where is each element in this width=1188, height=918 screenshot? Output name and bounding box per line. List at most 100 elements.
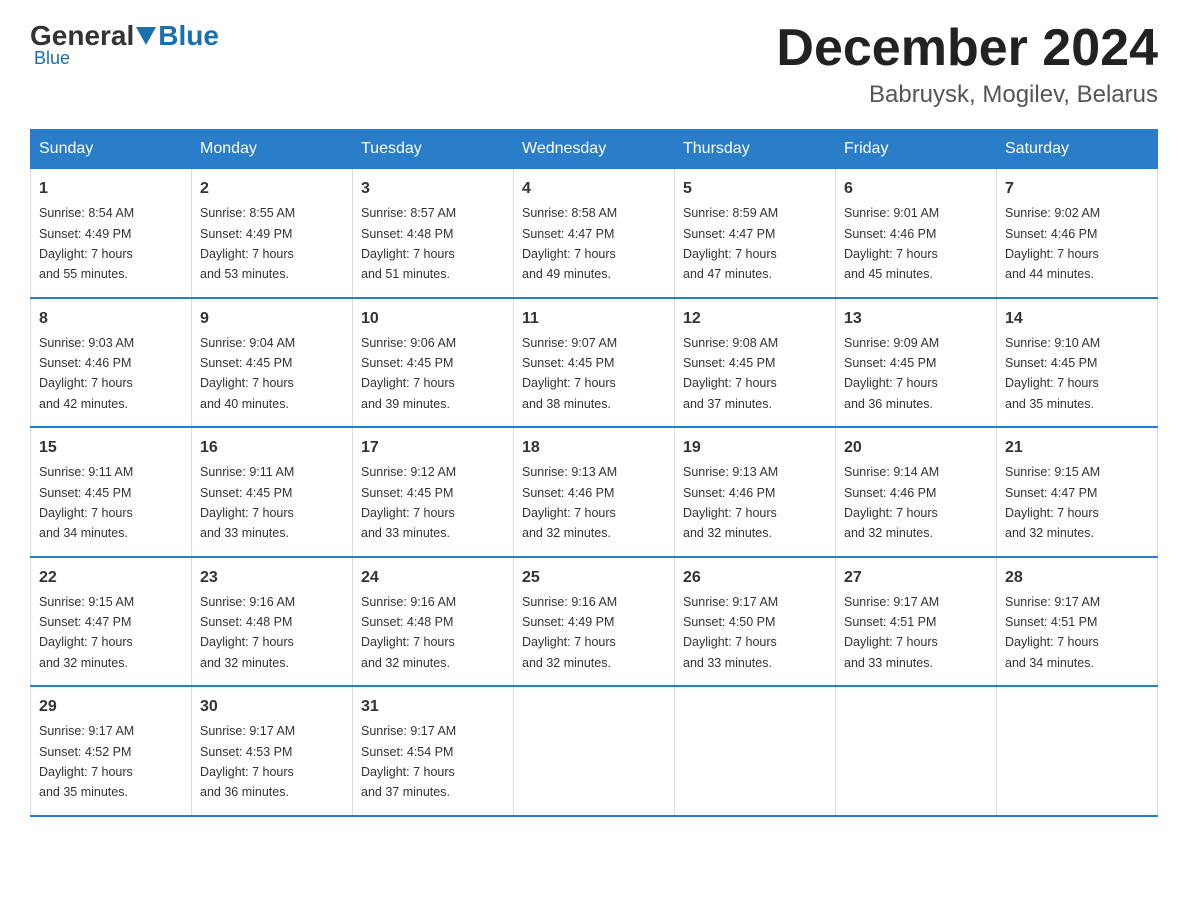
calendar-cell: 12Sunrise: 9:08 AM Sunset: 4:45 PM Dayli…	[675, 298, 836, 428]
day-number: 18	[522, 436, 666, 460]
day-number: 30	[200, 695, 344, 719]
calendar-week-row: 29 Sunrise: 9:17 AM Sunset: 4:52 PM Dayli…	[31, 686, 1158, 816]
calendar-cell: 25Sunrise: 9:16 AM Sunset: 4:49 PM Dayli…	[514, 557, 675, 687]
day-number: 3	[361, 177, 505, 201]
calendar-cell: 6 Sunrise: 9:01 AM Sunset: 4:46 PM Daylig…	[836, 169, 997, 298]
calendar-week-row: 8 Sunrise: 9:03 AM Sunset: 4:46 PM Daylig…	[31, 298, 1158, 428]
day-info: Sunrise: 9:03 AM Sunset: 4:46 PM Dayligh…	[39, 336, 134, 411]
day-number: 8	[39, 307, 183, 331]
weekday-header-friday: Friday	[836, 130, 997, 169]
calendar-cell: 23 Sunrise: 9:16 AM Sunset: 4:48 PM Dayli…	[192, 557, 353, 687]
day-info: Sunrise: 9:04 AM Sunset: 4:45 PM Dayligh…	[200, 336, 295, 411]
calendar-cell: 24 Sunrise: 9:16 AM Sunset: 4:48 PM Dayli…	[353, 557, 514, 687]
calendar-cell: 1Sunrise: 8:54 AM Sunset: 4:49 PM Daylig…	[31, 169, 192, 298]
day-number: 24	[361, 566, 505, 590]
calendar-cell: 13 Sunrise: 9:09 AM Sunset: 4:45 PM Dayli…	[836, 298, 997, 428]
day-info: Sunrise: 9:07 AM Sunset: 4:45 PM Dayligh…	[522, 336, 617, 411]
day-number: 4	[522, 177, 666, 201]
calendar-cell: 30 Sunrise: 9:17 AM Sunset: 4:53 PM Dayli…	[192, 686, 353, 816]
calendar-cell: 10 Sunrise: 9:06 AM Sunset: 4:45 PM Dayli…	[353, 298, 514, 428]
weekday-header-row: SundayMondayTuesdayWednesdayThursdayFrid…	[31, 130, 1158, 169]
calendar-cell: 7 Sunrise: 9:02 AM Sunset: 4:46 PM Daylig…	[997, 169, 1158, 298]
calendar-cell: 22 Sunrise: 9:15 AM Sunset: 4:47 PM Dayli…	[31, 557, 192, 687]
day-number: 11	[522, 307, 666, 331]
day-number: 9	[200, 307, 344, 331]
calendar-cell: 3Sunrise: 8:57 AM Sunset: 4:48 PM Daylig…	[353, 169, 514, 298]
day-number: 29	[39, 695, 183, 719]
weekday-header-monday: Monday	[192, 130, 353, 169]
location-subtitle: Babruysk, Mogilev, Belarus	[776, 81, 1158, 109]
calendar-cell	[997, 686, 1158, 816]
weekday-header-wednesday: Wednesday	[514, 130, 675, 169]
day-info: Sunrise: 9:16 AM Sunset: 4:48 PM Dayligh…	[200, 595, 295, 670]
calendar-cell: 26Sunrise: 9:17 AM Sunset: 4:50 PM Dayli…	[675, 557, 836, 687]
calendar-cell: 11 Sunrise: 9:07 AM Sunset: 4:45 PM Dayli…	[514, 298, 675, 428]
calendar-cell: 5Sunrise: 8:59 AM Sunset: 4:47 PM Daylig…	[675, 169, 836, 298]
day-info: Sunrise: 9:11 AM Sunset: 4:45 PM Dayligh…	[39, 465, 133, 540]
calendar-cell: 29 Sunrise: 9:17 AM Sunset: 4:52 PM Dayli…	[31, 686, 192, 816]
calendar-cell: 16 Sunrise: 9:11 AM Sunset: 4:45 PM Dayli…	[192, 427, 353, 557]
calendar-cell: 20 Sunrise: 9:14 AM Sunset: 4:46 PM Dayli…	[836, 427, 997, 557]
calendar-cell	[675, 686, 836, 816]
calendar-table: SundayMondayTuesdayWednesdayThursdayFrid…	[30, 129, 1158, 817]
day-number: 21	[1005, 436, 1149, 460]
title-block: December 2024 Babruysk, Mogilev, Belarus	[776, 20, 1158, 109]
weekday-header-tuesday: Tuesday	[353, 130, 514, 169]
day-number: 2	[200, 177, 344, 201]
logo-underline: Blue	[34, 48, 219, 69]
calendar-cell: 8 Sunrise: 9:03 AM Sunset: 4:46 PM Daylig…	[31, 298, 192, 428]
day-info: Sunrise: 9:01 AM Sunset: 4:46 PM Dayligh…	[844, 206, 939, 281]
day-info: Sunrise: 9:17 AM Sunset: 4:50 PM Dayligh…	[683, 595, 778, 670]
day-number: 12	[683, 307, 827, 331]
calendar-cell: 14Sunrise: 9:10 AM Sunset: 4:45 PM Dayli…	[997, 298, 1158, 428]
day-info: Sunrise: 9:06 AM Sunset: 4:45 PM Dayligh…	[361, 336, 456, 411]
day-number: 22	[39, 566, 183, 590]
calendar-cell: 19Sunrise: 9:13 AM Sunset: 4:46 PM Dayli…	[675, 427, 836, 557]
day-number: 20	[844, 436, 988, 460]
day-info: Sunrise: 9:02 AM Sunset: 4:46 PM Dayligh…	[1005, 206, 1100, 281]
calendar-week-row: 22 Sunrise: 9:15 AM Sunset: 4:47 PM Dayli…	[31, 557, 1158, 687]
day-number: 27	[844, 566, 988, 590]
day-info: Sunrise: 9:17 AM Sunset: 4:51 PM Dayligh…	[1005, 595, 1100, 670]
day-number: 28	[1005, 566, 1149, 590]
day-number: 5	[683, 177, 827, 201]
calendar-cell: 9 Sunrise: 9:04 AM Sunset: 4:45 PM Daylig…	[192, 298, 353, 428]
day-info: Sunrise: 9:17 AM Sunset: 4:51 PM Dayligh…	[844, 595, 939, 670]
day-info: Sunrise: 9:09 AM Sunset: 4:45 PM Dayligh…	[844, 336, 939, 411]
calendar-cell: 2 Sunrise: 8:55 AM Sunset: 4:49 PM Daylig…	[192, 169, 353, 298]
day-info: Sunrise: 9:10 AM Sunset: 4:45 PM Dayligh…	[1005, 336, 1100, 411]
day-info: Sunrise: 9:16 AM Sunset: 4:48 PM Dayligh…	[361, 595, 456, 670]
page-header: General Blue Blue December 2024 Babruysk…	[30, 20, 1158, 109]
day-number: 7	[1005, 177, 1149, 201]
day-number: 10	[361, 307, 505, 331]
day-info: Sunrise: 9:15 AM Sunset: 4:47 PM Dayligh…	[39, 595, 134, 670]
calendar-cell: 18 Sunrise: 9:13 AM Sunset: 4:46 PM Dayli…	[514, 427, 675, 557]
day-number: 23	[200, 566, 344, 590]
day-info: Sunrise: 9:13 AM Sunset: 4:46 PM Dayligh…	[522, 465, 617, 540]
day-number: 16	[200, 436, 344, 460]
day-info: Sunrise: 9:11 AM Sunset: 4:45 PM Dayligh…	[200, 465, 294, 540]
day-number: 15	[39, 436, 183, 460]
calendar-week-row: 15 Sunrise: 9:11 AM Sunset: 4:45 PM Dayli…	[31, 427, 1158, 557]
day-number: 17	[361, 436, 505, 460]
day-number: 6	[844, 177, 988, 201]
day-number: 1	[39, 177, 183, 201]
day-info: Sunrise: 9:16 AM Sunset: 4:49 PM Dayligh…	[522, 595, 617, 670]
calendar-cell: 15 Sunrise: 9:11 AM Sunset: 4:45 PM Dayli…	[31, 427, 192, 557]
day-info: Sunrise: 8:58 AM Sunset: 4:47 PM Dayligh…	[522, 206, 617, 281]
calendar-cell: 4 Sunrise: 8:58 AM Sunset: 4:47 PM Daylig…	[514, 169, 675, 298]
day-info: Sunrise: 9:17 AM Sunset: 4:52 PM Dayligh…	[39, 724, 134, 799]
day-info: Sunrise: 9:17 AM Sunset: 4:53 PM Dayligh…	[200, 724, 295, 799]
logo-triangle-icon	[136, 27, 156, 45]
day-info: Sunrise: 9:12 AM Sunset: 4:45 PM Dayligh…	[361, 465, 456, 540]
day-number: 19	[683, 436, 827, 460]
day-number: 31	[361, 695, 505, 719]
day-info: Sunrise: 9:14 AM Sunset: 4:46 PM Dayligh…	[844, 465, 939, 540]
weekday-header-thursday: Thursday	[675, 130, 836, 169]
logo: General Blue Blue	[30, 20, 219, 69]
day-info: Sunrise: 8:55 AM Sunset: 4:49 PM Dayligh…	[200, 206, 295, 281]
calendar-cell: 27 Sunrise: 9:17 AM Sunset: 4:51 PM Dayli…	[836, 557, 997, 687]
day-number: 13	[844, 307, 988, 331]
calendar-cell: 28 Sunrise: 9:17 AM Sunset: 4:51 PM Dayli…	[997, 557, 1158, 687]
calendar-cell: 21Sunrise: 9:15 AM Sunset: 4:47 PM Dayli…	[997, 427, 1158, 557]
